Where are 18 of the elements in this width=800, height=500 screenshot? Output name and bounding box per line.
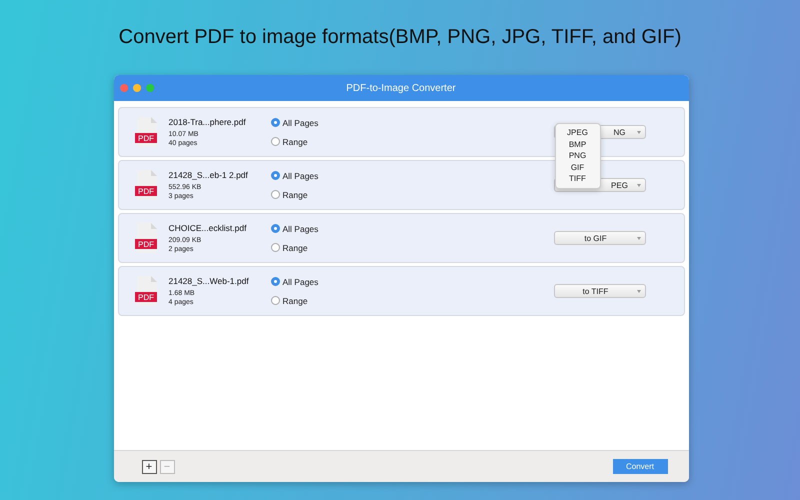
headline: Convert PDF to image formats(BMP, PNG, JPG, TIFF, and GIF) [118,26,682,50]
radio-label: Range [282,242,308,252]
radio-label: Range [282,136,308,146]
radio-label: All Pages [282,224,318,234]
pdf-file-icon: PDF [134,117,158,147]
pdf-file-icon: PDF [134,223,158,253]
radio-label: Range [282,190,308,200]
file-name: 21428_S...eb-1 2.pdf [168,170,249,180]
radio-label: All Pages [282,276,318,286]
file-name: CHOICE...ecklist.pdf [168,223,248,233]
radio-label: All Pages [282,118,318,128]
file-name: 21428_S...Web-1.pdf [168,276,250,286]
pdf-file-icon: PDF [134,170,158,200]
pdf-file-icon: PDF [134,276,158,306]
radio-label: Range [282,296,308,306]
radio-label: All Pages [282,170,318,180]
window-title: PDF-to-Image Converter [346,82,456,94]
file-name: 2018-Tra...phere.pdf [168,117,247,127]
